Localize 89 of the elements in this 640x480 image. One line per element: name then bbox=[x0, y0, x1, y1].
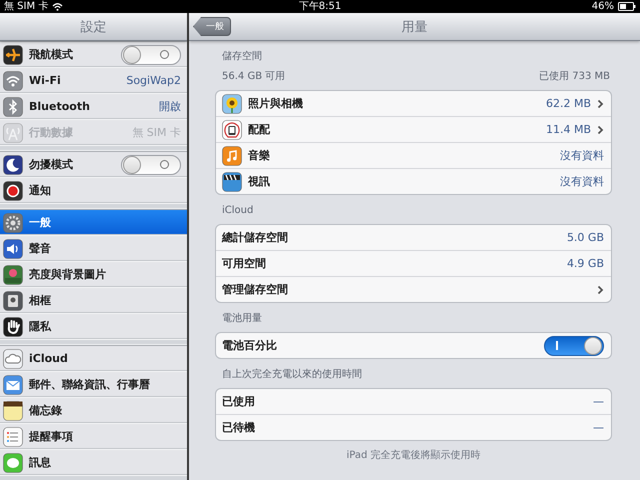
speaker-icon bbox=[3, 238, 23, 258]
item-label: 訊息 bbox=[29, 455, 52, 470]
item-label: 飛航模式 bbox=[29, 47, 74, 62]
item-label: 隱私 bbox=[29, 319, 52, 334]
picture-frame-icon bbox=[3, 290, 23, 310]
music-note-icon bbox=[222, 146, 242, 166]
row-value: 5.0 GB bbox=[566, 231, 604, 244]
item-label: 亮度與背景圖片 bbox=[29, 267, 107, 282]
checklist-icon bbox=[3, 426, 23, 446]
sidebar-item[interactable]: 聲音 bbox=[0, 236, 187, 262]
available-label: 56.4 GB 可用 bbox=[222, 70, 286, 83]
moon-icon bbox=[3, 154, 23, 174]
wifi-icon bbox=[3, 70, 23, 90]
envelope-icon bbox=[3, 374, 23, 394]
item-value: 無 SIM 卡 bbox=[132, 125, 181, 140]
sidebar-item[interactable]: 飛航模式 bbox=[0, 42, 187, 68]
sidebar-item[interactable]: 亮度與背景圖片 bbox=[0, 262, 187, 288]
notepad-icon bbox=[3, 400, 23, 420]
flower-icon bbox=[3, 264, 23, 284]
item-label: 勿擾模式 bbox=[29, 157, 74, 172]
row-label: 配配 bbox=[248, 122, 271, 137]
item-label: 相框 bbox=[29, 293, 52, 308]
item-label: iCloud bbox=[29, 352, 69, 365]
row-label: 視訊 bbox=[248, 174, 271, 189]
item-label: 行動數據 bbox=[29, 125, 74, 140]
row-value: 11.4 MB bbox=[546, 123, 591, 136]
section-header: 自上次完全充電以來的使用時間 bbox=[221, 368, 363, 382]
item-label: 備忘錄 bbox=[29, 403, 63, 418]
carrier-label: 無 SIM 卡 bbox=[4, 0, 48, 12]
bluetooth-icon bbox=[3, 96, 23, 116]
section-header: 儲存空間 bbox=[221, 50, 263, 64]
row-label: 已待機 bbox=[222, 420, 256, 435]
row-label: 可用空間 bbox=[222, 256, 267, 271]
toggle-switch[interactable] bbox=[544, 336, 604, 356]
item-label: 一般 bbox=[29, 215, 52, 230]
sidebar-item[interactable]: 提醒事項 bbox=[0, 424, 187, 450]
sidebar-item[interactable]: 隱私 bbox=[0, 314, 187, 340]
sidebar-item[interactable]: 一般 bbox=[0, 210, 187, 236]
item-label: 聲音 bbox=[29, 241, 52, 256]
row-label: 照片與相機 bbox=[248, 96, 304, 111]
cloud-icon bbox=[3, 348, 23, 368]
item-label: Wi-Fi bbox=[29, 74, 62, 87]
section-header: 電池用量 bbox=[221, 312, 263, 326]
row-value: — bbox=[593, 395, 604, 408]
tablet-icon bbox=[222, 120, 242, 140]
row-label: 音樂 bbox=[248, 148, 271, 163]
gear-icon bbox=[3, 212, 23, 232]
row-value: 沒有資料 bbox=[560, 174, 604, 189]
toggle-switch[interactable] bbox=[121, 154, 181, 174]
row-label: 管理儲存空間 bbox=[222, 282, 289, 297]
item-value: SogiWap2 bbox=[126, 74, 181, 87]
sidebar-item[interactable]: 訊息 bbox=[0, 450, 187, 476]
hand-icon bbox=[3, 316, 23, 336]
item-label: 通知 bbox=[29, 183, 52, 198]
clock: 下午8:51 bbox=[298, 0, 342, 12]
sidebar-item[interactable]: 郵件、聯絡資訊、行事曆 bbox=[0, 372, 187, 398]
row-value: 沒有資料 bbox=[560, 148, 604, 163]
item-value: 開啟 bbox=[159, 99, 181, 114]
sidebar-item[interactable]: iCloud bbox=[0, 346, 187, 372]
sidebar-item[interactable]: 勿擾模式 bbox=[0, 152, 187, 178]
used-label: 已使用 733 MB bbox=[539, 70, 610, 83]
row-label: 已使用 bbox=[222, 394, 256, 409]
sidebar-item[interactable]: 通知 bbox=[0, 178, 187, 204]
sunflower-icon bbox=[222, 94, 242, 114]
item-label: 郵件、聯絡資訊、行事曆 bbox=[29, 377, 151, 392]
wifi-signal-icon bbox=[52, 2, 64, 11]
row-value: 4.9 GB bbox=[566, 257, 604, 270]
sidebar-item[interactable]: 相框 bbox=[0, 288, 187, 314]
sidebar-title: 設定 bbox=[80, 18, 106, 36]
sidebar-item[interactable]: Bluetooth 開啟 bbox=[0, 94, 187, 120]
page-title: 用量 bbox=[402, 18, 428, 36]
clapperboard-icon bbox=[222, 172, 242, 192]
sidebar-item[interactable]: 備忘錄 bbox=[0, 398, 187, 424]
battery-percent: 46% bbox=[592, 0, 614, 12]
section-header: iCloud bbox=[221, 204, 254, 218]
antenna-icon bbox=[3, 122, 23, 142]
battery-icon bbox=[618, 2, 636, 11]
airplane-icon bbox=[3, 44, 23, 64]
item-label: 提醒事項 bbox=[29, 429, 74, 444]
row-value: 62.2 MB bbox=[546, 97, 591, 110]
sidebar-item[interactable]: Wi-Fi SogiWap2 bbox=[0, 68, 187, 94]
toggle-switch[interactable] bbox=[121, 44, 181, 64]
row-label: 總計儲存空間 bbox=[222, 230, 289, 245]
item-label: Bluetooth bbox=[29, 100, 91, 113]
row-value: — bbox=[593, 421, 604, 434]
footer-note: iPad 完全充電後將顯示使用時 bbox=[345, 448, 482, 462]
row-label: 電池百分比 bbox=[222, 338, 278, 353]
notification-icon bbox=[3, 180, 23, 200]
speech-bubble-icon bbox=[3, 452, 23, 472]
